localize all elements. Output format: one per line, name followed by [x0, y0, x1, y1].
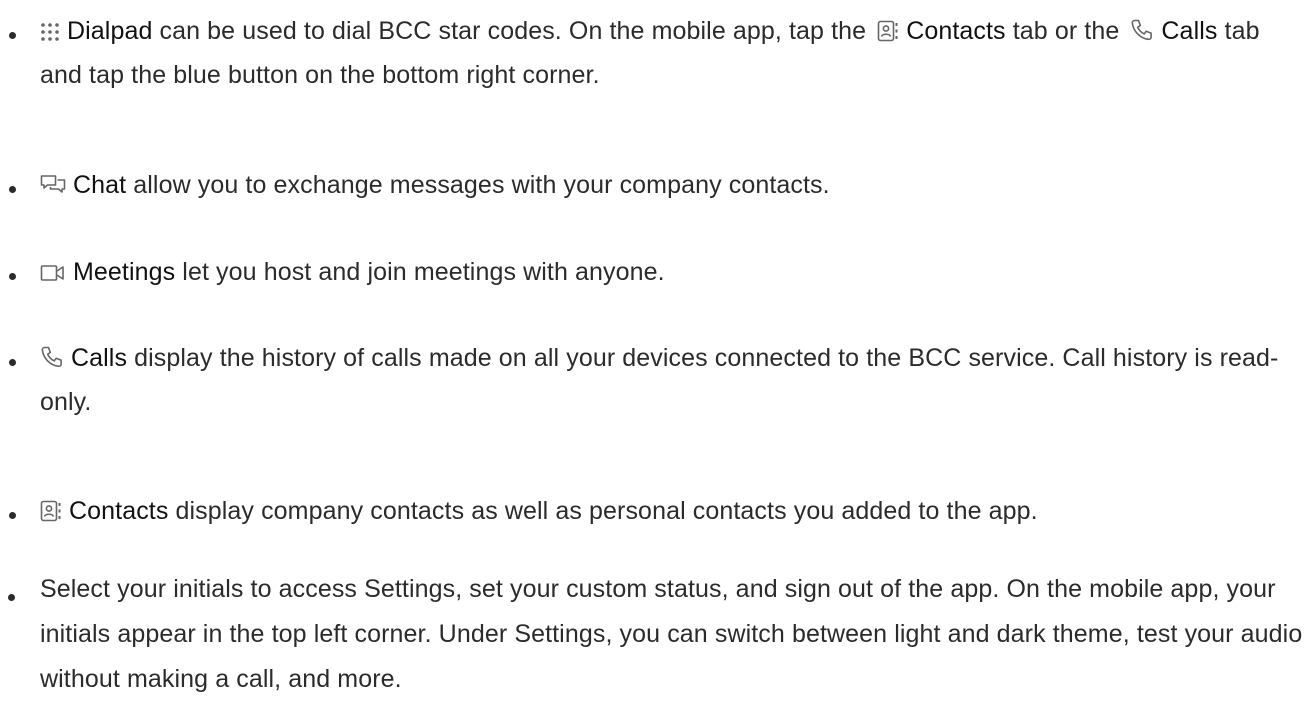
bullet	[9, 359, 16, 366]
description-text: display the history of calls made on all…	[40, 344, 1279, 416]
bullet	[8, 594, 15, 601]
description-text: let you host and join meetings with anyo…	[175, 258, 665, 286]
list-item-text: Dialpad can be used to dial BCC star cod…	[40, 9, 1308, 97]
contacts-icon	[877, 20, 899, 42]
phone-icon	[40, 345, 64, 369]
list-item-text: Chat allow you to exchange messages with…	[40, 163, 1308, 207]
bullet	[9, 186, 16, 193]
description-text: allow you to exchange messages with your…	[126, 171, 830, 199]
list-item-text: Meetings let you host and join meetings …	[40, 250, 1308, 294]
keyword-chat: Chat	[73, 171, 127, 199]
list-item-text: Select your initials to access Settings,…	[40, 567, 1308, 702]
phone-icon	[1130, 18, 1154, 42]
description-text: can be used to dial BCC star codes. On t…	[152, 17, 874, 45]
bullet	[9, 32, 16, 39]
bullet	[9, 273, 16, 280]
keyword-contacts: Contacts	[69, 497, 169, 525]
bullet	[9, 512, 16, 519]
keyword-calls: Calls	[71, 344, 128, 372]
description-text: display company contacts as well as pers…	[168, 497, 1038, 525]
list-item-text: Contacts display company contacts as wel…	[40, 489, 1308, 533]
description-text: tab or the	[1005, 17, 1127, 45]
keyword-contacts: Contacts	[906, 17, 1006, 45]
keyword-dialpad: Dialpad	[67, 17, 153, 45]
contacts-icon	[40, 500, 62, 522]
video-camera-icon	[40, 263, 66, 283]
keyword-calls: Calls	[1161, 17, 1218, 45]
dialpad-icon	[40, 22, 60, 42]
list-item-text: Calls display the history of calls made …	[40, 336, 1308, 424]
description-text: Select your initials to access Settings,…	[40, 575, 1303, 693]
keyword-meetings: Meetings	[73, 258, 176, 286]
chat-icon	[40, 174, 66, 196]
